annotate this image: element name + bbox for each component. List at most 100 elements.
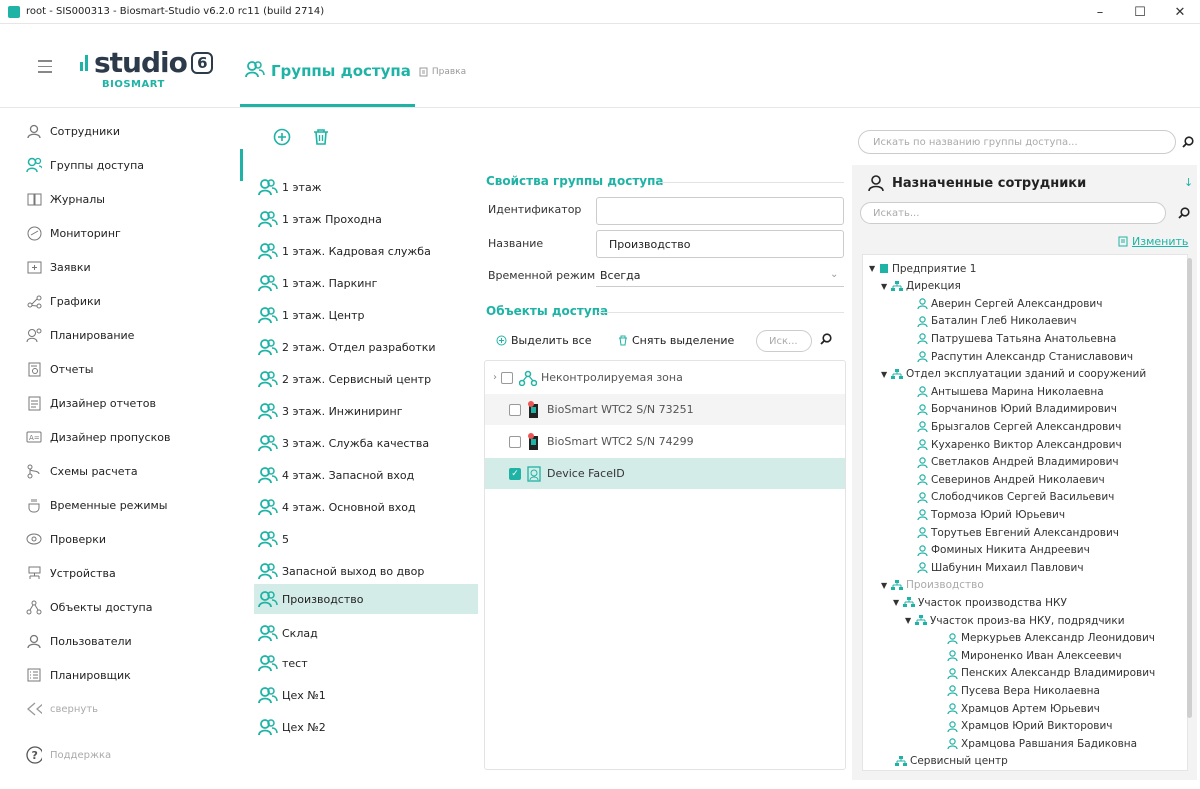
sidebar-item-checks[interactable]: Проверки xyxy=(0,522,243,556)
tree-node[interactable]: ▼ Участок произ-ва НКУ, подрядчики xyxy=(905,612,1125,629)
select-all-button[interactable]: Выделить все xyxy=(496,334,591,347)
assigned-search-input[interactable]: Искать... xyxy=(860,202,1166,224)
chevron-down-icon[interactable]: ▼ xyxy=(869,264,879,273)
group-search-input[interactable]: Искать по названию группы доступа... xyxy=(858,130,1176,154)
objects-search-input[interactable]: Иск... xyxy=(756,330,812,352)
search-icon[interactable] xyxy=(1178,207,1190,222)
sidebar-item-devices[interactable]: Устройства xyxy=(0,556,243,590)
sidebar-item-planning[interactable]: Планирование xyxy=(0,318,243,352)
tree-employee[interactable]: Храмцов Юрий Викторович xyxy=(947,718,1113,735)
sidebar-item-users[interactable]: Пользователи xyxy=(0,624,243,658)
sidebar-item-monitoring[interactable]: Мониторинг xyxy=(0,216,243,250)
sidebar-item-charts[interactable]: Графики xyxy=(0,284,243,318)
tree-employee[interactable]: Распутин Александр Станиславович xyxy=(917,348,1133,365)
object-row-wtc2-73251[interactable]: BioSmart WTC2 S/N 73251 xyxy=(485,394,845,425)
chevron-down-icon[interactable]: ▼ xyxy=(905,616,915,625)
search-icon[interactable] xyxy=(1182,136,1194,151)
group-list-item[interactable]: 1 этаж. Центр xyxy=(254,300,478,330)
sidebar-item-calc-schemes[interactable]: Схемы расчета xyxy=(0,454,243,488)
group-list-item[interactable]: 2 этаж. Сервисный центр xyxy=(254,364,478,394)
sidebar-item-access-objects[interactable]: Объекты доступа xyxy=(0,590,243,624)
tree-employee[interactable]: Борчанинов Юрий Владимирович xyxy=(917,401,1117,418)
search-icon[interactable] xyxy=(820,333,832,348)
time-mode-select[interactable]: Всегда xyxy=(600,269,641,282)
minimize-button[interactable]: – xyxy=(1080,0,1120,24)
chevron-down-icon[interactable]: ▼ xyxy=(881,581,891,590)
tree-employee[interactable]: Светлаков Андрей Владимирович xyxy=(917,454,1119,471)
tree-employee[interactable]: Патрушева Татьяна Анатольевна xyxy=(917,330,1116,347)
tree-employee[interactable]: Торутьев Евгений Александрович xyxy=(917,524,1119,541)
tree-node[interactable]: ▼ Отдел эксплуатации зданий и сооружений xyxy=(881,366,1146,383)
object-checkbox[interactable] xyxy=(509,435,521,448)
group-list-item[interactable]: Склад xyxy=(254,618,478,648)
object-row-wtc2-74299[interactable]: BioSmart WTC2 S/N 74299 xyxy=(485,426,845,457)
tree-employee[interactable]: Антышева Марина Николаевна xyxy=(917,383,1104,400)
group-list-item[interactable]: 1 этаж xyxy=(254,172,478,202)
group-list-item[interactable]: тест xyxy=(254,648,478,678)
sidebar-item-badge-designer[interactable]: A= Дизайнер пропусков xyxy=(0,420,243,454)
tree-employee[interactable]: Северинов Андрей Николаевич xyxy=(917,471,1105,488)
tree-employee[interactable]: Меркурьев Александр Леонидович xyxy=(947,630,1155,647)
sidebar-item-employees[interactable]: Сотрудники xyxy=(0,114,243,148)
edit-link[interactable]: Изменить xyxy=(1118,235,1188,248)
sidebar-item-access-groups[interactable]: Группы доступа xyxy=(0,148,243,182)
name-field[interactable]: Производство xyxy=(596,230,844,258)
tree-employee[interactable]: Аверин Сергей Александрович xyxy=(917,295,1102,312)
tree-employee[interactable]: Пенских Александр Владимирович xyxy=(947,665,1155,682)
tree-scrollbar[interactable] xyxy=(1187,258,1192,718)
page-tab[interactable]: Группы доступа Правка xyxy=(245,60,466,81)
object-checkbox[interactable] xyxy=(509,403,521,416)
group-list-item[interactable]: 2 этаж. Отдел разработки xyxy=(254,332,478,362)
id-field[interactable] xyxy=(596,197,844,225)
chevron-down-icon[interactable]: ⌄ xyxy=(830,269,838,280)
help-link[interactable]: Правка xyxy=(419,67,466,77)
group-list-item[interactable]: 3 этаж. Служба качества xyxy=(254,428,478,458)
tree-employee[interactable]: Пусева Вера Николаевна xyxy=(947,682,1100,699)
group-list-item[interactable]: Производство xyxy=(254,584,478,614)
group-list-item[interactable]: 1 этаж Проходна xyxy=(254,204,478,234)
tree-employee[interactable]: Храмцова Равшания Бадиковна xyxy=(947,735,1137,752)
object-checkbox-checked[interactable]: ✓ xyxy=(509,467,521,480)
tree-employee[interactable]: Тормоза Юрий Юрьевич xyxy=(917,506,1065,523)
chevron-down-icon[interactable]: ▼ xyxy=(881,282,891,291)
object-row-device-faceid[interactable]: ✓ Device FaceID xyxy=(485,458,845,489)
tree-employee[interactable]: Фоминых Никита Андреевич xyxy=(917,542,1090,559)
tree-employee[interactable]: Слободчиков Сергей Васильевич xyxy=(917,489,1114,506)
tree-node[interactable]: Сервисный центр xyxy=(895,753,1008,770)
sidebar-item-report-designer[interactable]: Дизайнер отчетов xyxy=(0,386,243,420)
tree-employee[interactable]: Брызгалов Сергей Александрович xyxy=(917,418,1121,435)
chevron-down-icon[interactable]: ▼ xyxy=(881,370,891,379)
group-list-item[interactable]: Цех №2 xyxy=(254,712,478,742)
group-list-item[interactable]: 1 этаж. Кадровая служба xyxy=(254,236,478,266)
add-group-button[interactable] xyxy=(273,128,291,146)
sidebar-item-requests[interactable]: Заявки xyxy=(0,250,243,284)
tree-node[interactable]: ▼ Участок производства НКУ xyxy=(893,594,1067,611)
maximize-button[interactable]: ☐ xyxy=(1120,0,1160,24)
tree-employee[interactable]: Баталин Глеб Николаевич xyxy=(917,313,1077,330)
sidebar-item-journals[interactable]: Журналы xyxy=(0,182,243,216)
tree-node[interactable]: ▼ Производство xyxy=(881,577,984,594)
tree-node[interactable]: ▼ Дирекция xyxy=(881,278,961,295)
group-list-item[interactable]: 1 этаж. Паркинг xyxy=(254,268,478,298)
sidebar-collapse-button[interactable]: свернуть xyxy=(0,692,243,726)
chevron-down-icon[interactable]: ▼ xyxy=(893,598,903,607)
close-button[interactable]: ✕ xyxy=(1160,0,1200,24)
sidebar-item-time-modes[interactable]: Временные режимы xyxy=(0,488,243,522)
menu-icon[interactable] xyxy=(38,60,52,77)
group-list-item[interactable]: 5 xyxy=(254,524,478,554)
deselect-button[interactable]: Снять выделение xyxy=(618,334,734,347)
sidebar-item-reports[interactable]: Отчеты xyxy=(0,352,243,386)
sidebar-support-button[interactable]: ? Поддержка xyxy=(0,738,243,772)
object-checkbox[interactable] xyxy=(501,371,513,384)
group-list-item[interactable]: Цех №1 xyxy=(254,680,478,710)
tree-employee[interactable]: Кухаренко Виктор Александрович xyxy=(917,436,1122,453)
sidebar-item-scheduler[interactable]: Планировщик xyxy=(0,658,243,692)
tree-employee[interactable]: Шабунин Михаил Павлович xyxy=(917,559,1084,576)
group-list-item[interactable]: Запасной выход во двор xyxy=(254,556,478,586)
delete-group-button[interactable] xyxy=(313,128,329,146)
group-list-item[interactable]: 4 этаж. Основной вход xyxy=(254,492,478,522)
chevron-right-icon[interactable]: › xyxy=(493,372,497,383)
tree-employee[interactable]: Мироненко Иван Алексеевич xyxy=(947,647,1122,664)
group-list-item[interactable]: 4 этаж. Запасной вход xyxy=(254,460,478,490)
object-row-uncontrolled[interactable]: › Неконтролируемая зона xyxy=(485,362,845,393)
